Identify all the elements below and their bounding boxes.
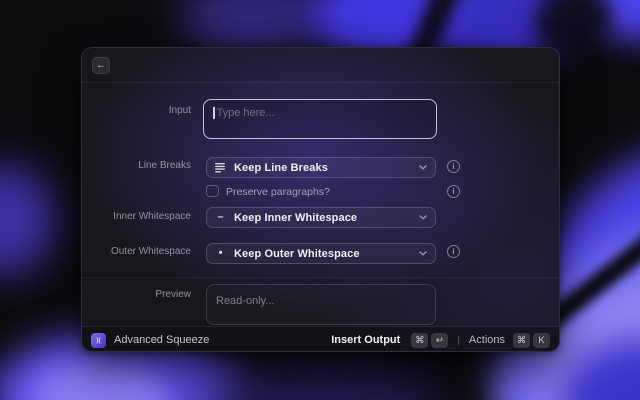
chevron-down-icon (419, 251, 427, 256)
chevron-down-icon (419, 215, 427, 220)
line-breaks-icon (215, 163, 226, 173)
line-breaks-dropdown[interactable]: Keep Line Breaks (206, 157, 436, 178)
insert-output-button[interactable]: Insert Output ⌘ ↵ (331, 333, 448, 348)
action-bar: )( Advanced Squeeze Insert Output ⌘ ↵ | … (82, 327, 559, 352)
text-cursor (213, 107, 215, 119)
section-divider (82, 277, 559, 278)
inner-whitespace-value: Keep Inner Whitespace (234, 212, 411, 224)
preview-placeholder: Read-only... (216, 295, 275, 307)
dash-icon: – (215, 212, 226, 223)
chevron-down-icon (419, 165, 427, 170)
bg-blob-bottom-mid (200, 360, 440, 400)
preserve-paragraphs-checkbox[interactable] (206, 185, 219, 197)
cmd-key-icon: ⌘ (513, 333, 530, 348)
input-label: Input (82, 105, 191, 117)
window-header: ← (82, 48, 559, 83)
footer-separator: | (457, 335, 460, 346)
outer-whitespace-value: Keep Outer Whitespace (234, 248, 411, 260)
preserve-paragraphs-info-icon[interactable]: i (447, 185, 460, 198)
inner-whitespace-label: Inner Whitespace (82, 211, 191, 223)
inner-whitespace-dropdown[interactable]: – Keep Inner Whitespace (206, 207, 436, 228)
preview-field[interactable]: Read-only... (206, 284, 436, 325)
desktop-background: ← Input Type here... Line Breaks Keep Li… (0, 0, 640, 400)
line-breaks-value: Keep Line Breaks (234, 162, 411, 174)
k-key-icon: K (533, 333, 550, 348)
back-arrow-icon: ← (96, 61, 106, 71)
input-placeholder: Type here... (217, 107, 275, 119)
preserve-paragraphs-label: Preserve paragraphs? (226, 186, 330, 198)
outer-whitespace-label: Outer Whitespace (82, 246, 191, 258)
return-key-icon: ↵ (431, 333, 448, 348)
advanced-squeeze-app-icon: )( (91, 333, 106, 348)
raycast-extension-window: ← Input Type here... Line Breaks Keep Li… (81, 47, 560, 352)
preview-label: Preview (82, 289, 191, 301)
app-name: Advanced Squeeze (114, 334, 209, 346)
bullet-icon: • (215, 248, 226, 259)
line-breaks-info-icon[interactable]: i (447, 160, 460, 173)
actions-button[interactable]: Actions ⌘ K (469, 333, 550, 348)
insert-output-label: Insert Output (331, 334, 400, 346)
bg-blob-left (0, 165, 55, 275)
outer-whitespace-dropdown[interactable]: • Keep Outer Whitespace (206, 243, 436, 264)
back-button[interactable]: ← (92, 57, 110, 74)
line-breaks-label: Line Breaks (82, 160, 191, 172)
outer-whitespace-info-icon[interactable]: i (447, 245, 460, 258)
cmd-key-icon: ⌘ (411, 333, 428, 348)
input-field[interactable]: Type here... (203, 99, 437, 139)
actions-label: Actions (469, 334, 505, 346)
action-bar-right: Insert Output ⌘ ↵ | Actions ⌘ K (331, 333, 550, 348)
